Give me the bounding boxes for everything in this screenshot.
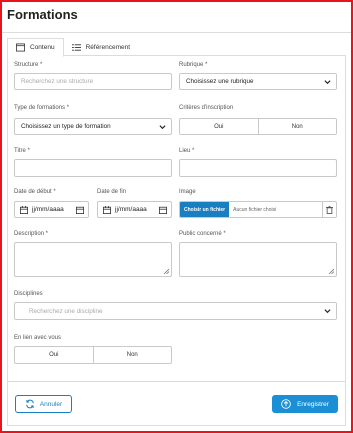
disciplines-select[interactable]: Recherchez une discipline bbox=[14, 302, 337, 320]
refresh-icon bbox=[25, 399, 34, 409]
rubrique-value: Choisissez une rubrique bbox=[186, 78, 254, 85]
public-label: Public concerné * bbox=[179, 231, 226, 237]
date-fin-label: Date de fin bbox=[97, 189, 127, 195]
type-formation-label: Type de formations * bbox=[14, 105, 70, 111]
date-debut-value: jj/mm/aaaa bbox=[32, 206, 64, 213]
trash-icon bbox=[326, 205, 333, 214]
titre-label: Titre * bbox=[14, 148, 30, 154]
structure-placeholder: Recherchez une structure bbox=[21, 78, 94, 85]
cancel-label: Annuler bbox=[39, 400, 63, 408]
tab-contenu[interactable]: Contenu bbox=[7, 38, 64, 57]
en-lien-label: En lien avec vous bbox=[14, 335, 62, 341]
criteres-label: Critères d'inscription bbox=[179, 105, 234, 111]
en-lien-toggle: Oui Non bbox=[14, 346, 172, 364]
date-debut-label: Date de début * bbox=[14, 189, 56, 195]
cancel-button[interactable]: Annuler bbox=[15, 395, 72, 413]
calendar-picker-icon[interactable] bbox=[159, 206, 167, 214]
disciplines-label: Disciplines bbox=[14, 291, 43, 297]
structure-input[interactable]: Recherchez une structure bbox=[14, 73, 172, 90]
chevron-down-icon bbox=[324, 79, 331, 84]
image-file-input: Choisir un fichier Aucun fichier choisi bbox=[179, 201, 337, 218]
save-label: Enregistrer bbox=[297, 400, 329, 408]
choose-file-button[interactable]: Choisir un fichier bbox=[180, 202, 230, 217]
calendar-picker-icon[interactable] bbox=[76, 206, 84, 214]
delete-file-button[interactable] bbox=[322, 202, 336, 217]
structure-label: Structure * bbox=[14, 62, 43, 68]
criteres-non-button[interactable]: Non bbox=[257, 119, 337, 134]
resize-handle-icon[interactable] bbox=[163, 268, 169, 274]
rubrique-select[interactable]: Choisissez une rubrique bbox=[179, 73, 337, 90]
tab-bar: Contenu Référencement bbox=[7, 38, 346, 57]
tab-referencement-label: Référencement bbox=[85, 43, 131, 51]
lieu-input[interactable] bbox=[179, 159, 337, 177]
en-lien-oui-button[interactable]: Oui bbox=[15, 347, 93, 363]
date-fin-input[interactable]: jj/mm/aaaa bbox=[97, 201, 172, 218]
description-label: Description * bbox=[14, 231, 49, 237]
en-lien-non-button[interactable]: Non bbox=[92, 347, 172, 363]
rubrique-label: Rubrique * bbox=[179, 62, 208, 68]
date-debut-input[interactable]: jj/mm/aaaa bbox=[14, 201, 89, 218]
calendar-icon bbox=[20, 205, 28, 214]
window-icon bbox=[16, 43, 25, 52]
calendar-icon bbox=[103, 205, 111, 214]
resize-handle-icon[interactable] bbox=[328, 268, 334, 274]
criteres-oui-button[interactable]: Oui bbox=[180, 119, 258, 134]
disciplines-placeholder: Recherchez une discipline bbox=[29, 307, 103, 315]
save-button[interactable]: Enregistrer bbox=[272, 395, 338, 413]
cloud-upload-icon bbox=[281, 399, 291, 409]
date-fin-value: jj/mm/aaaa bbox=[115, 206, 147, 213]
chevron-down-icon bbox=[159, 124, 166, 129]
criteres-toggle: Oui Non bbox=[179, 118, 337, 135]
titre-input[interactable] bbox=[14, 159, 172, 177]
image-label: Image bbox=[179, 189, 196, 195]
chevron-down-icon bbox=[324, 309, 331, 314]
type-formation-select[interactable]: Choisissez un type de formation bbox=[14, 118, 172, 135]
file-status: Aucun fichier choisi bbox=[233, 206, 277, 213]
form-card: Structure * Recherchez une structure Rub… bbox=[7, 56, 346, 426]
type-formation-value: Choisissez un type de formation bbox=[21, 123, 111, 130]
tab-contenu-label: Contenu bbox=[30, 44, 55, 51]
public-textarea[interactable] bbox=[179, 242, 337, 277]
tab-referencement[interactable]: Référencement bbox=[64, 38, 138, 56]
footer-divider bbox=[8, 381, 345, 382]
description-textarea[interactable] bbox=[14, 242, 172, 277]
lieu-label: Lieu * bbox=[179, 148, 195, 154]
list-icon bbox=[71, 43, 81, 51]
